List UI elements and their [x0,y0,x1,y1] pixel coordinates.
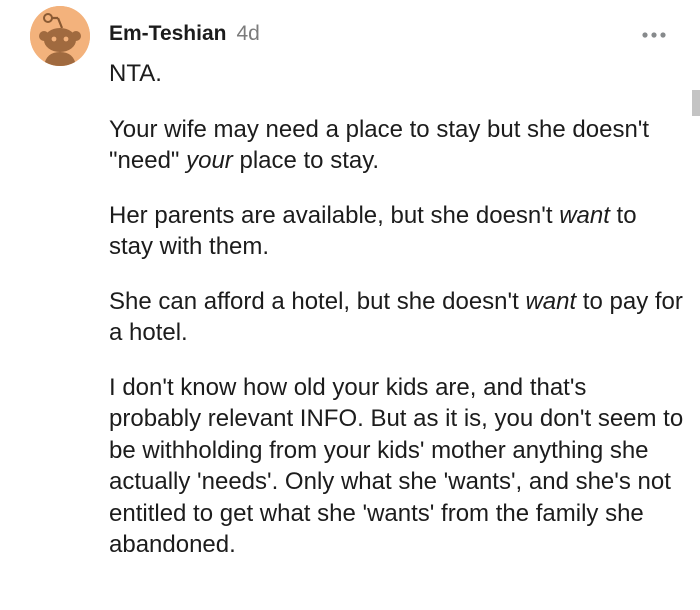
comment-username[interactable]: Em-Teshian [109,22,226,46]
paragraph-text: Her parents are available, but she doesn… [109,201,560,229]
snoo-avatar-icon [30,6,90,66]
comment-paragraph: NTA. [109,58,684,90]
paragraph-text: I don't know how old your kids are, and … [109,373,684,559]
comment-header: Em-Teshian 4d [109,22,260,50]
paragraph-text: She can afford a hotel, but she doesn't [109,287,526,315]
comment-timestamp: 4d [236,22,260,45]
comment-paragraph: She can afford a hotel, but she doesn't … [109,286,684,349]
paragraph-text: place to stay. [232,147,380,174]
user-avatar[interactable] [30,6,90,66]
scrollbar-thumb[interactable] [692,90,700,116]
more-options-icon [642,32,666,38]
comment-paragraph: Her parents are available, but she doesn… [109,200,684,263]
emphasized-text: want [559,201,610,229]
more-options-button[interactable] [638,24,670,46]
emphasized-text: want [525,287,577,315]
paragraph-text: NTA. [109,60,162,87]
emphasized-text: your [186,147,233,174]
comment-paragraph: Your wife may need a place to stay but s… [109,114,684,177]
comment-body: NTA. Your wife may need a place to stay b… [109,58,684,584]
comment-paragraph: I don't know how old your kids are, and … [109,372,684,561]
